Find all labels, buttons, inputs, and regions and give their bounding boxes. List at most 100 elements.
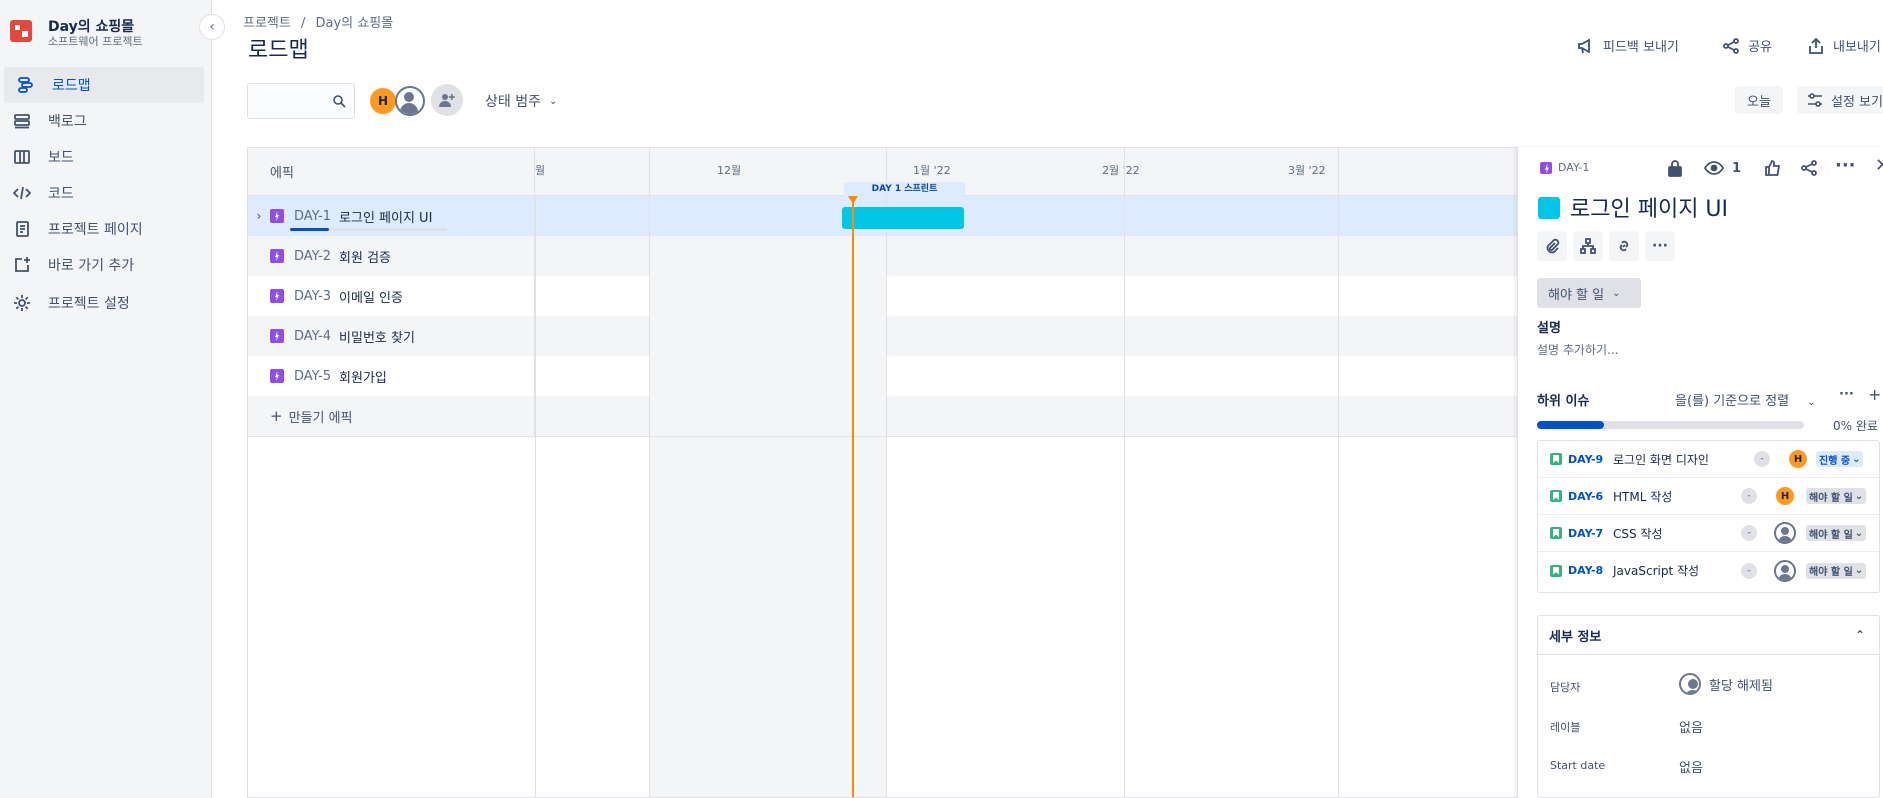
start-date-value[interactable]: 없음 xyxy=(1679,757,1703,776)
attach-button[interactable] xyxy=(1537,231,1567,261)
more-icon: ··· xyxy=(1835,155,1856,176)
avatar-unassigned[interactable] xyxy=(1774,522,1796,544)
assignee-value[interactable]: 할당 해제됨 xyxy=(1679,673,1773,695)
subissue-more-button[interactable]: ··· xyxy=(1839,387,1854,402)
chevron-up-icon[interactable]: ⌃ xyxy=(1855,628,1865,642)
story-icon xyxy=(1550,527,1562,539)
view-settings-button[interactable]: 설정 보기 xyxy=(1797,86,1883,114)
subissue-title[interactable]: HTML 작성 xyxy=(1613,488,1672,505)
subissue-title[interactable]: 로그인 화면 디자인 xyxy=(1613,451,1709,468)
sidebar-item-add-shortcut[interactable]: 바로 가기 추가 xyxy=(0,247,204,283)
subissue-progress-fill xyxy=(1537,421,1604,429)
subissue-priority[interactable]: - xyxy=(1741,562,1757,579)
sidebar-item-code[interactable]: 코드 xyxy=(0,175,204,211)
feedback-button[interactable]: 피드백 보내기 xyxy=(1577,36,1679,55)
avatar-unassigned[interactable] xyxy=(1774,559,1796,582)
subissue-status[interactable]: 해야 할 일 ⌄ xyxy=(1806,488,1867,504)
share-button[interactable]: 공유 xyxy=(1722,36,1772,55)
today-button[interactable]: 오늘 xyxy=(1735,86,1783,114)
more-tools-button[interactable]: ··· xyxy=(1645,231,1675,261)
sprint-label[interactable]: DAY 1 스프린트 xyxy=(844,182,965,196)
subissue-row[interactable]: DAY-6 HTML 작성 - H 해야 할 일 ⌄ xyxy=(1538,478,1879,515)
child-issue-button[interactable] xyxy=(1573,231,1603,261)
epic-color-swatch[interactable] xyxy=(1538,197,1560,219)
add-subissue-button[interactable]: + xyxy=(1868,385,1881,404)
epic-row[interactable]: DAY-3 이메일 인증 xyxy=(248,276,1517,316)
status-dropdown[interactable]: 해야 할 일 ⌄ xyxy=(1537,278,1641,308)
add-people-button[interactable] xyxy=(431,84,463,116)
epic-key: DAY-5 xyxy=(294,368,332,384)
search-input[interactable] xyxy=(248,84,328,118)
subissue-status[interactable]: 해야 할 일 ⌄ xyxy=(1806,562,1867,579)
chevron-right-icon[interactable]: › xyxy=(248,209,270,223)
export-button[interactable]: 내보내기 xyxy=(1807,36,1881,55)
subissue-row[interactable]: DAY-8 JavaScript 작성 - 해야 할 일 ⌄ xyxy=(1538,552,1879,589)
sidebar-item-project-settings[interactable]: 프로젝트 설정 xyxy=(0,285,204,321)
subissue-status[interactable]: 진행 중 ⌄ xyxy=(1816,451,1864,467)
epic-title: 로그인 페이지 UI xyxy=(339,210,433,226)
more-actions-button[interactable]: ··· xyxy=(1835,155,1856,176)
sort-dropdown[interactable]: 을(를) 기준으로 정렬 ⌄ xyxy=(1675,390,1816,409)
subissue-priority[interactable]: - xyxy=(1741,525,1757,541)
description-heading: 설명 xyxy=(1537,321,1561,336)
subissue-row[interactable]: DAY-9 로그인 화면 디자인 - H 진행 중 ⌄ xyxy=(1538,441,1879,478)
avatar-h[interactable]: H xyxy=(1774,485,1796,507)
megaphone-icon xyxy=(1578,37,1590,54)
sidebar: Day의 쇼핑몰 소프트웨어 프로젝트 로드맵 백로그 보드 코드 프로젝트 페… xyxy=(0,0,212,798)
feedback-label: 피드백 보내기 xyxy=(1603,40,1679,55)
epic-column-header: 에픽 xyxy=(248,148,535,196)
breadcrumb: 프로젝트 / Day의 쇼핑몰 xyxy=(243,12,399,31)
sidebar-item-roadmap[interactable]: 로드맵 xyxy=(4,67,204,103)
epic-header-label: 에픽 xyxy=(270,166,294,181)
subissue-key[interactable]: DAY-6 xyxy=(1568,490,1603,503)
avatar-initial: H xyxy=(377,94,389,108)
story-icon xyxy=(1550,564,1562,577)
subissue-title[interactable]: JavaScript 작성 xyxy=(1613,562,1699,579)
watch-button[interactable]: 1 xyxy=(1704,159,1741,177)
subissue-status-label: 진행 중 xyxy=(1819,455,1851,467)
export-icon xyxy=(1809,37,1823,54)
share-issue-button[interactable] xyxy=(1800,159,1818,177)
like-button[interactable] xyxy=(1764,159,1782,177)
sidebar-item-backlog[interactable]: 백로그 xyxy=(0,103,204,139)
lock-button[interactable] xyxy=(1666,159,1684,177)
epic-row[interactable]: DAY-2 회원 검증 xyxy=(248,236,1517,276)
subissue-title[interactable]: CSS 작성 xyxy=(1613,525,1663,542)
issue-key[interactable]: DAY-1 xyxy=(1540,161,1589,174)
subissue-status[interactable]: 해야 할 일 ⌄ xyxy=(1806,525,1867,541)
issue-title[interactable]: 로그인 페이지 UI xyxy=(1570,191,1728,223)
epic-row[interactable]: DAY-4 비밀번호 찾기 xyxy=(248,316,1517,356)
details-header[interactable]: 세부 정보 ⌃ xyxy=(1538,616,1879,655)
create-epic-button[interactable]: + 만들기 에픽 xyxy=(248,396,535,436)
epic-title: 비밀번호 찾기 xyxy=(339,330,415,346)
epic-row[interactable]: DAY-5 회원가입 xyxy=(248,356,1517,396)
avatar-initial: H xyxy=(1793,453,1803,465)
epic-bar[interactable] xyxy=(842,207,964,229)
labels-value[interactable]: 없음 xyxy=(1679,717,1703,736)
subissue-key[interactable]: DAY-7 xyxy=(1568,527,1603,540)
search-box[interactable] xyxy=(247,83,355,119)
description-placeholder[interactable]: 설명 추가하기... xyxy=(1537,341,1619,358)
status-category-filter[interactable]: 상태 범주 ⌄ xyxy=(485,91,557,111)
avatar-h[interactable]: H xyxy=(1787,448,1809,470)
sidebar-item-board[interactable]: 보드 xyxy=(0,139,204,175)
subissue-priority[interactable]: - xyxy=(1741,488,1757,504)
breadcrumb-projects[interactable]: 프로젝트 xyxy=(243,16,291,31)
avatar-h[interactable]: H xyxy=(368,86,398,116)
epic-icon xyxy=(270,289,284,303)
avatar-initial: H xyxy=(1780,490,1790,502)
sidebar-item-project-pages[interactable]: 프로젝트 페이지 xyxy=(0,211,204,247)
collapse-sidebar-button[interactable]: ‹ xyxy=(199,14,225,40)
close-panel-button[interactable]: ✕ xyxy=(1875,155,1883,176)
subissue-priority[interactable]: - xyxy=(1754,451,1770,467)
subissue-key[interactable]: DAY-9 xyxy=(1568,453,1603,466)
breadcrumb-project[interactable]: Day의 쇼핑몰 xyxy=(316,16,394,31)
avatar-unassigned[interactable] xyxy=(395,86,425,116)
project-logo-icon xyxy=(10,20,32,42)
column-divider xyxy=(535,196,536,797)
subissue-progress-text: 0% 완료 xyxy=(1833,419,1878,433)
subissue-key[interactable]: DAY-8 xyxy=(1568,564,1603,577)
link-icon xyxy=(1619,240,1629,252)
link-issue-button[interactable] xyxy=(1609,231,1639,261)
subissue-row[interactable]: DAY-7 CSS 작성 - 해야 할 일 ⌄ xyxy=(1538,515,1879,552)
